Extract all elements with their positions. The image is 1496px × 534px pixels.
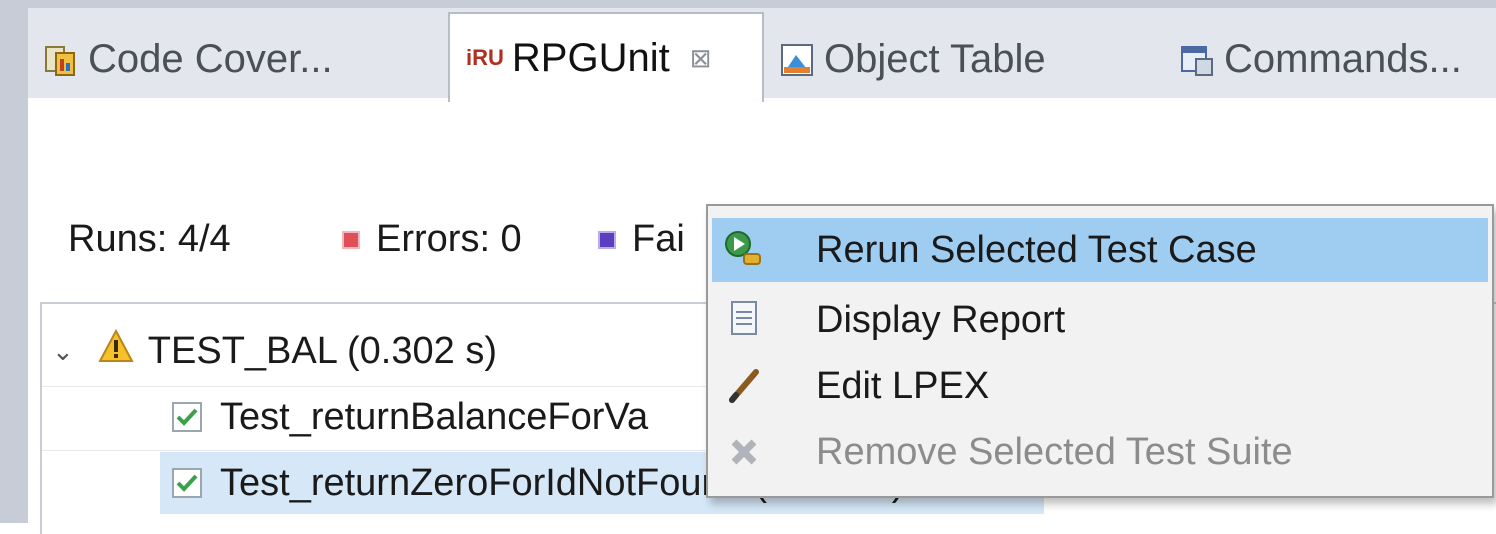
row-divider <box>42 450 742 451</box>
failure-marker-icon <box>598 230 616 249</box>
tab-label: RPGUnit <box>511 35 670 80</box>
chevron-down-icon[interactable]: ⌄ <box>52 336 74 367</box>
errors-count: Errors: 0 <box>342 218 522 261</box>
menu-item-rerun-selected-test-case[interactable]: Rerun Selected Test Case <box>712 218 1488 282</box>
close-icon[interactable]: ⊠ <box>690 43 712 74</box>
menu-item-label: Rerun Selected Test Case <box>816 228 1257 271</box>
tab-code-coverage[interactable]: Code Cover... <box>28 20 448 98</box>
check-icon <box>172 468 202 498</box>
menu-item-label: Remove Selected Test Suite <box>816 430 1293 473</box>
runs-count: Runs: 4/4 <box>68 218 231 261</box>
code-coverage-icon <box>44 42 78 76</box>
failures-label: Fai <box>632 218 685 260</box>
tab-rpgunit[interactable]: iRU RPGUnit ⊠ <box>448 12 764 102</box>
tree-row-case[interactable]: Test_returnBalanceForVa <box>172 386 648 448</box>
error-marker-icon <box>342 230 360 249</box>
rpgunit-icon: iRU <box>466 45 504 70</box>
check-icon <box>172 402 202 432</box>
object-table-icon <box>780 42 814 76</box>
test-case-label: Test_returnBalanceForVa <box>220 395 649 438</box>
commands-icon <box>1180 42 1214 76</box>
menu-item-remove-selected-test-suite[interactable]: Remove Selected Test Suite <box>712 420 1488 484</box>
tab-label: Commands... <box>1224 36 1462 81</box>
context-menu: Rerun Selected Test Case Display Report <box>706 204 1494 498</box>
pencil-icon <box>722 364 766 408</box>
tab-label: Object Table <box>824 36 1046 81</box>
remove-x-icon <box>722 430 766 474</box>
errors-label: Errors: 0 <box>376 218 522 260</box>
menu-item-label: Edit LPEX <box>816 364 990 407</box>
rerun-icon <box>722 228 766 272</box>
warning-icon <box>98 328 134 373</box>
failures-count: Fai <box>598 218 685 261</box>
view-tab-bar: Code Cover... iRU RPGUnit ⊠ Object Table <box>28 8 1496 102</box>
tree-row-suite[interactable]: ⌄ TEST_BAL (0.302 s) <box>52 320 497 382</box>
menu-item-label: Display Report <box>816 298 1066 341</box>
tab-object-table[interactable]: Object Table <box>764 20 1164 98</box>
tab-commands[interactable]: Commands... <box>1164 20 1496 98</box>
suite-label: TEST_BAL (0.302 s) <box>147 329 497 372</box>
runs-label: Runs: 4/4 <box>68 218 231 260</box>
tab-label: Code Cover... <box>88 36 333 81</box>
menu-item-display-report[interactable]: Display Report <box>712 288 1488 352</box>
eclipse-view-frame: Code Cover... iRU RPGUnit ⊠ Object Table <box>0 0 1496 534</box>
report-document-icon <box>722 298 766 342</box>
menu-item-edit-lpex[interactable]: Edit LPEX <box>712 354 1488 418</box>
